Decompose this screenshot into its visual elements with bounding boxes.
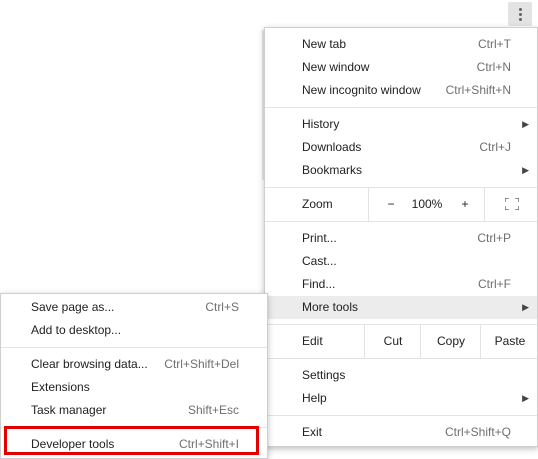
zoom-label: Zoom xyxy=(302,197,333,211)
menu-item-shortcut: Ctrl+S xyxy=(205,300,239,314)
menu-item-shortcut: Ctrl+Shift+Del xyxy=(164,357,239,371)
zoom-control-group: − 100% + xyxy=(368,188,485,221)
kebab-dot-icon xyxy=(518,7,522,11)
submenu-arrow-icon: ▶ xyxy=(522,393,529,403)
menu-item-label: Find... xyxy=(302,277,336,291)
menu-item-label: Clear browsing data... xyxy=(31,357,148,371)
menu-item-label: New window xyxy=(302,60,370,74)
submenu-item-add-to-desktop[interactable]: Add to desktop... xyxy=(1,319,267,342)
menu-item-label: Save page as... xyxy=(31,300,115,314)
menu-separator xyxy=(265,358,537,359)
menu-item-label: History xyxy=(302,117,340,131)
menu-item-help[interactable]: Help ▶ xyxy=(265,387,537,410)
menu-item-shortcut: Ctrl+P xyxy=(477,231,511,245)
annotation-highlight-box xyxy=(4,426,259,455)
menu-item-find[interactable]: Find... Ctrl+F xyxy=(265,273,537,296)
submenu-arrow-icon: ▶ xyxy=(522,119,529,129)
menu-item-label: Downloads xyxy=(302,140,362,154)
submenu-item-save-page[interactable]: Save page as... Ctrl+S xyxy=(1,296,267,319)
menu-item-shortcut: Ctrl+Shift+N xyxy=(445,83,511,97)
submenu-item-clear-browsing-data[interactable]: Clear browsing data... Ctrl+Shift+Del xyxy=(1,353,267,376)
main-menu: New tab Ctrl+T New window Ctrl+N New inc… xyxy=(264,27,538,447)
zoom-row: Zoom − 100% + xyxy=(265,188,537,221)
edit-row: Edit Cut Copy Paste xyxy=(265,325,537,358)
menu-separator xyxy=(265,107,537,108)
menu-item-shortcut: Ctrl+F xyxy=(478,277,511,291)
menu-item-label: Task manager xyxy=(31,403,107,417)
menu-item-label: New incognito window xyxy=(302,83,421,97)
menu-item-new-tab[interactable]: New tab Ctrl+T xyxy=(265,33,537,56)
submenu-item-extensions[interactable]: Extensions xyxy=(1,376,267,399)
menu-item-print[interactable]: Print... Ctrl+P xyxy=(265,227,537,250)
customize-menu-button[interactable] xyxy=(508,2,532,26)
zoom-in-button[interactable]: + xyxy=(457,188,473,221)
menu-item-shortcut: Ctrl+N xyxy=(476,60,511,74)
menu-item-new-window[interactable]: New window Ctrl+N xyxy=(265,56,537,79)
menu-item-label: Bookmarks xyxy=(302,163,363,177)
menu-item-label: Add to desktop... xyxy=(31,323,122,337)
fullscreen-icon xyxy=(505,198,519,210)
menu-item-shortcut: Shift+Esc xyxy=(187,403,239,417)
paste-button[interactable]: Paste xyxy=(480,325,538,358)
zoom-level: 100% xyxy=(411,197,443,211)
kebab-dot-icon xyxy=(518,17,522,21)
menu-item-shortcut: Ctrl+Shift+Q xyxy=(444,425,511,439)
menu-separator xyxy=(1,347,267,348)
menu-item-exit[interactable]: Exit Ctrl+Shift+Q xyxy=(265,421,537,444)
menu-item-history[interactable]: History ▶ xyxy=(265,113,537,136)
submenu-arrow-icon: ▶ xyxy=(522,165,529,175)
submenu-arrow-icon: ▶ xyxy=(522,302,529,312)
menu-item-label: More tools xyxy=(302,300,359,314)
cut-button[interactable]: Cut xyxy=(364,325,421,358)
menu-item-settings[interactable]: Settings xyxy=(265,364,537,387)
menu-item-shortcut: Ctrl+J xyxy=(479,140,511,154)
fullscreen-button[interactable] xyxy=(484,188,538,221)
menu-item-label: Cast... xyxy=(302,254,337,268)
zoom-out-button[interactable]: − xyxy=(383,188,399,221)
menu-item-shortcut: Ctrl+T xyxy=(478,37,511,51)
menu-separator xyxy=(265,415,537,416)
edit-label: Edit xyxy=(302,334,323,348)
menu-item-bookmarks[interactable]: Bookmarks ▶ xyxy=(265,159,537,182)
copy-button[interactable]: Copy xyxy=(420,325,481,358)
menu-item-new-incognito-window[interactable]: New incognito window Ctrl+Shift+N xyxy=(265,79,537,102)
menu-item-label: Extensions xyxy=(31,380,90,394)
menu-item-more-tools[interactable]: More tools ▶ xyxy=(265,296,537,319)
menu-item-downloads[interactable]: Downloads Ctrl+J xyxy=(265,136,537,159)
kebab-dot-icon xyxy=(518,12,522,16)
menu-item-label: Help xyxy=(302,391,327,405)
menu-item-cast[interactable]: Cast... xyxy=(265,250,537,273)
menu-item-label: Print... xyxy=(302,231,337,245)
menu-item-label: Exit xyxy=(302,425,323,439)
submenu-item-task-manager[interactable]: Task manager Shift+Esc xyxy=(1,399,267,422)
menu-item-label: Settings xyxy=(302,368,346,382)
menu-separator xyxy=(265,221,537,222)
menu-item-label: New tab xyxy=(302,37,347,51)
